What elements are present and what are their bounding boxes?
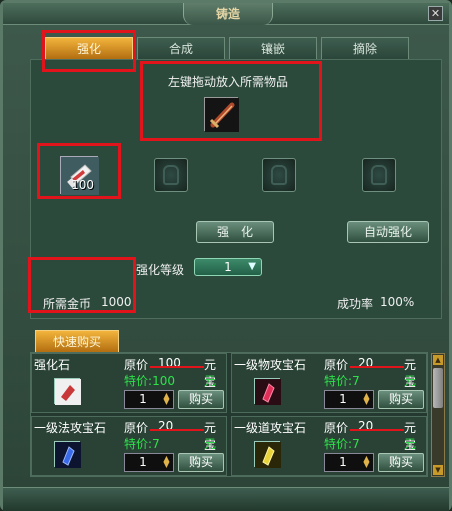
quantity-value: 1 bbox=[339, 455, 347, 469]
sale-price-line: 特价:7 bbox=[124, 437, 160, 451]
yellow-gem-icon[interactable] bbox=[254, 441, 281, 468]
chevron-down-icon: ▼ bbox=[248, 261, 256, 272]
empty-slot-icon bbox=[371, 165, 387, 185]
success-rate-value: 100% bbox=[380, 295, 415, 309]
quantity-stepper[interactable]: ▲ ▼ bbox=[362, 455, 371, 469]
auto-enhance-button[interactable]: 自动强化 bbox=[347, 221, 429, 243]
empty-slot-icon bbox=[163, 165, 179, 185]
enhance-level-select[interactable]: 1 ▼ bbox=[194, 258, 262, 276]
sale-label: 特价 bbox=[324, 437, 349, 451]
enhance-button[interactable]: 强 化 bbox=[196, 221, 274, 243]
forge-window: 铸造 ✕ 强化 合成 镶嵌 摘除 左键拖动放入所需物品 100 强 化 自动强化… bbox=[0, 0, 452, 511]
tab-combine[interactable]: 合成 bbox=[137, 37, 225, 59]
material-slot-3[interactable] bbox=[262, 158, 296, 192]
quantity-stepper[interactable]: ▲ ▼ bbox=[362, 392, 371, 406]
buy-button[interactable]: 购买 bbox=[178, 390, 224, 409]
quantity-input[interactable]: 1 ▲ ▼ bbox=[324, 390, 374, 409]
tab-inlay[interactable]: 镶嵌 bbox=[229, 37, 317, 59]
sale-price-line: 特价:100 bbox=[124, 374, 175, 388]
empty-slot-icon bbox=[271, 165, 287, 185]
buy-button[interactable]: 购买 bbox=[378, 390, 424, 409]
scroll-up-icon[interactable]: ▲ bbox=[433, 355, 443, 365]
title-bar[interactable]: 铸造 ✕ bbox=[3, 3, 449, 25]
price-label: 原价 bbox=[124, 421, 149, 435]
material-slot-4[interactable] bbox=[362, 158, 396, 192]
blue-gem-icon[interactable] bbox=[54, 441, 81, 468]
shop-item: 一级道攻宝石 原价 20 元宝 特价:7 元宝 1▲▼ 购买 bbox=[231, 416, 427, 476]
price-label: 原价 bbox=[124, 358, 149, 372]
strike-line bbox=[150, 366, 204, 368]
annotation-box bbox=[37, 143, 121, 199]
sale-price: 7 bbox=[152, 437, 160, 451]
scroll-thumb[interactable] bbox=[433, 368, 443, 408]
window-title: 铸造 bbox=[183, 3, 273, 25]
buy-button[interactable]: 购买 bbox=[378, 453, 424, 472]
enhance-level-value: 1 bbox=[224, 260, 232, 274]
shop-item: 一级法攻宝石 原价 20 元宝 特价:7 元宝 1▲▼ 购买 bbox=[31, 416, 227, 476]
shop-item-name: 强化石 bbox=[34, 358, 71, 372]
buy-button[interactable]: 购买 bbox=[178, 453, 224, 472]
quantity-value: 1 bbox=[139, 455, 147, 469]
scroll-down-icon[interactable]: ▼ bbox=[433, 465, 443, 475]
price-label: 原价 bbox=[324, 358, 349, 372]
sale-price: 100 bbox=[152, 374, 175, 388]
quick-buy-tab[interactable]: 快速购买 bbox=[35, 330, 119, 352]
quick-buy-list: 强化石 原价 100 元宝 特价:100 元宝 1▲▼ 购买 一级物攻宝石 原价… bbox=[30, 352, 428, 477]
quick-buy-scrollbar[interactable]: ▲ ▼ bbox=[431, 353, 445, 477]
annotation-box bbox=[42, 30, 136, 72]
material-slot-2[interactable] bbox=[154, 158, 188, 192]
sale-price: 7 bbox=[352, 437, 360, 451]
sale-label: 特价 bbox=[124, 437, 149, 451]
quantity-stepper[interactable]: ▲ ▼ bbox=[162, 455, 171, 469]
sale-price-line: 特价:7 bbox=[324, 437, 360, 451]
annotation-box bbox=[140, 61, 322, 141]
shop-item-name: 一级物攻宝石 bbox=[234, 358, 307, 372]
sale-price: 7 bbox=[352, 374, 360, 388]
sale-label: 特价 bbox=[324, 374, 349, 388]
close-button[interactable]: ✕ bbox=[428, 6, 443, 21]
strike-line bbox=[350, 366, 404, 368]
quantity-input[interactable]: 1 ▲ ▼ bbox=[124, 453, 174, 472]
success-rate-label: 成功率 bbox=[337, 297, 374, 311]
shop-item-name: 一级法攻宝石 bbox=[34, 421, 107, 435]
enhance-level-label: 强化等级 bbox=[136, 263, 185, 277]
strike-line bbox=[150, 429, 204, 431]
shop-item: 一级物攻宝石 原价 20 元宝 特价:7 元宝 1▲▼ 购买 bbox=[231, 353, 427, 413]
annotation-box bbox=[28, 257, 136, 313]
quantity-value: 1 bbox=[339, 392, 347, 406]
sale-price-line: 特价:7 bbox=[324, 374, 360, 388]
price-label: 原价 bbox=[324, 421, 349, 435]
window-bottom-border bbox=[3, 487, 449, 511]
quantity-input[interactable]: 1 ▲ ▼ bbox=[124, 390, 174, 409]
quantity-value: 1 bbox=[139, 392, 147, 406]
tab-remove[interactable]: 摘除 bbox=[321, 37, 409, 59]
quantity-input[interactable]: 1 ▲ ▼ bbox=[324, 453, 374, 472]
enhance-stone-icon[interactable] bbox=[54, 378, 81, 405]
shop-item: 强化石 原价 100 元宝 特价:100 元宝 1▲▼ 购买 bbox=[31, 353, 227, 413]
red-gem-icon[interactable] bbox=[254, 378, 281, 405]
quantity-stepper[interactable]: ▲ ▼ bbox=[162, 392, 171, 406]
sale-label: 特价 bbox=[124, 374, 149, 388]
shop-item-name: 一级道攻宝石 bbox=[234, 421, 307, 435]
strike-line bbox=[350, 429, 404, 431]
